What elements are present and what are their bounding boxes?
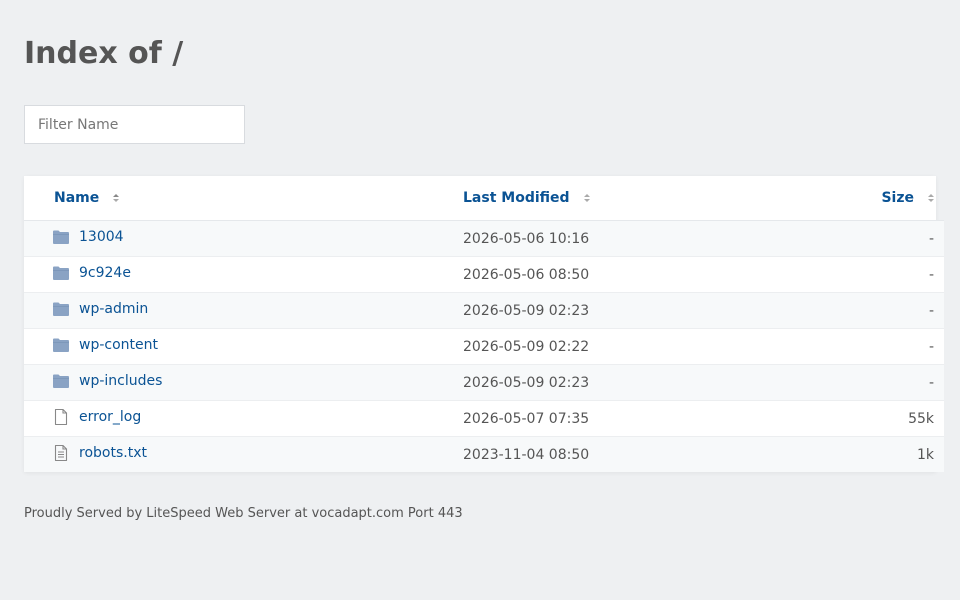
last-modified-cell: 2026-05-09 02:23 [463,364,783,401]
folder-icon [53,338,69,352]
size-cell: - [783,328,944,365]
file-table-container: Name Last Modified Size 13004 2026-05-06… [24,176,944,472]
column-header-name: Name [24,176,463,221]
last-modified-cell: 2026-05-06 08:50 [463,256,783,293]
file-table-body: 13004 2026-05-06 10:16 - 9c924e 2026-05-… [24,220,944,472]
last-modified-cell: 2026-05-06 10:16 [463,220,783,257]
size-cell: 55k [783,400,944,437]
text-file-icon [54,444,68,461]
folder-icon [53,230,69,244]
sort-by-name-button[interactable]: Name [54,190,121,206]
column-header-size-label: Size [881,190,914,206]
sort-icon [928,194,934,202]
file-link[interactable]: wp-admin [79,301,148,317]
file-name-cell: 13004 [24,220,463,257]
file-name-cell: wp-includes [24,364,463,401]
column-header-last-modified-label: Last Modified [463,190,570,206]
file-icon [54,408,68,425]
sort-by-modified-button[interactable]: Last Modified [463,190,592,206]
table-row-robots.txt: robots.txt 2023-11-04 08:50 1k [24,436,944,472]
last-modified-cell: 2026-05-09 02:22 [463,328,783,365]
file-name-cell: wp-admin [24,292,463,329]
sort-by-size-button[interactable]: Size [881,190,936,206]
table-row-error_log: error_log 2026-05-07 07:35 55k [24,400,944,437]
last-modified-cell: 2026-05-09 02:23 [463,292,783,329]
file-name-cell: error_log [24,400,463,437]
page-title: Index of / [24,36,184,71]
folder-icon [53,374,69,388]
file-table: Name Last Modified Size 13004 2026-05-06… [24,176,944,472]
size-cell: - [783,256,944,293]
column-header-name-label: Name [54,190,100,206]
table-row-wp-admin: wp-admin 2026-05-09 02:23 - [24,292,944,329]
folder-icon [53,266,69,280]
last-modified-cell: 2026-05-07 07:35 [463,400,783,437]
file-name-cell: robots.txt [24,436,463,472]
column-header-last-modified: Last Modified [463,176,783,221]
file-name-cell: 9c924e [24,256,463,293]
filter-name-input[interactable] [24,105,245,144]
file-link[interactable]: error_log [79,409,141,425]
last-modified-cell: 2023-11-04 08:50 [463,436,783,472]
column-header-size: Size [783,176,944,221]
file-link[interactable]: 13004 [79,229,124,245]
sort-icon [583,194,590,202]
server-footer: Proudly Served by LiteSpeed Web Server a… [24,506,463,521]
file-link[interactable]: wp-content [79,337,158,353]
folder-icon [53,302,69,316]
sort-icon [113,194,120,202]
table-row-wp-includes: wp-includes 2026-05-09 02:23 - [24,364,944,401]
size-cell: - [783,364,944,401]
table-row-wp-content: wp-content 2026-05-09 02:22 - [24,328,944,365]
table-row-13004: 13004 2026-05-06 10:16 - [24,220,944,257]
file-name-cell: wp-content [24,328,463,365]
file-link[interactable]: 9c924e [79,265,131,281]
file-link[interactable]: wp-includes [79,373,162,389]
file-link[interactable]: robots.txt [79,445,147,461]
size-cell: - [783,292,944,329]
table-header-row: Name Last Modified Size [24,176,944,221]
size-cell: - [783,220,944,257]
size-cell: 1k [783,436,944,472]
table-row-9c924e: 9c924e 2026-05-06 08:50 - [24,256,944,293]
